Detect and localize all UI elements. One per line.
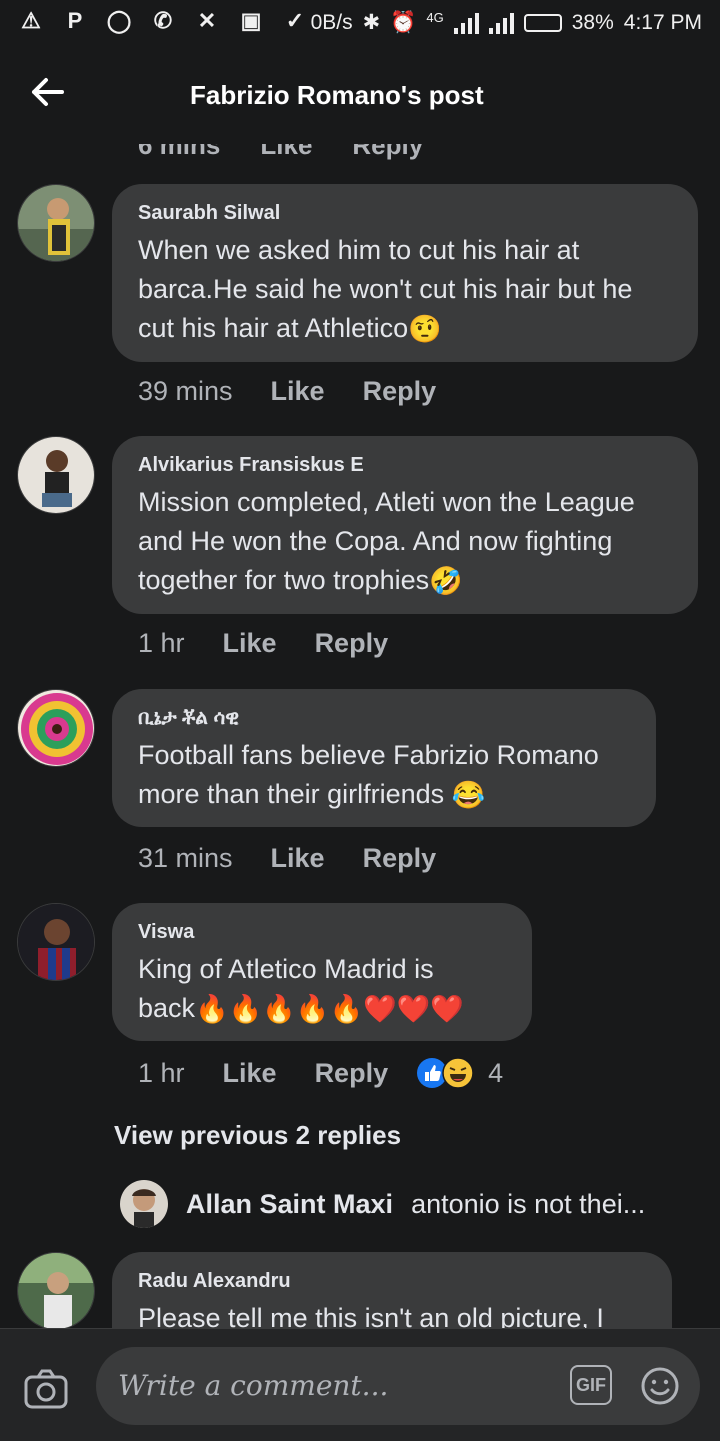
like-button[interactable]: Like	[271, 376, 325, 407]
signal-icon	[453, 12, 479, 34]
cast-icon: ▣	[240, 8, 262, 33]
commenter-name[interactable]: Radu Alexandru	[138, 1270, 646, 1293]
comment-actions: 1 hr Like Reply	[138, 628, 388, 659]
reactions-summary[interactable]: 4	[416, 1057, 503, 1089]
alarm-icon: ⏰	[390, 10, 417, 34]
emoji: 😂	[451, 780, 486, 811]
top-app-bar: Fabrizio Romano's post	[0, 48, 720, 144]
reply-button[interactable]: Reply	[315, 628, 389, 659]
comment-time: 1 hr	[138, 628, 185, 658]
commenter-name[interactable]: Saurabh Silwal	[138, 202, 672, 225]
reply-button[interactable]: Reply	[363, 376, 437, 407]
comment-line: together for two trophies	[138, 565, 430, 595]
comment-text: Mission completed, Atleti won the League…	[138, 483, 672, 601]
like-button[interactable]: Like	[223, 628, 277, 659]
reply-button[interactable]: Reply	[363, 843, 437, 874]
reply-author-name[interactable]: Allan Saint Maxi	[186, 1189, 393, 1220]
commenter-name[interactable]: ቢኔታ ቾል ሳዊ	[138, 707, 630, 730]
emoji: 🤨	[408, 314, 442, 345]
comment-bubble[interactable]: Radu Alexandru Please tell me this isn't…	[112, 1252, 672, 1328]
comment-line: Football fans believe Fabrizio Romano	[138, 740, 599, 770]
page-title: Fabrizio Romano's post	[190, 80, 484, 110]
emoji-picker-icon[interactable]	[640, 1366, 680, 1406]
comment-text: Football fans believe Fabrizio Romano mo…	[138, 736, 630, 815]
comment-line-last: together for two trophies🤣	[138, 561, 672, 601]
comment-line: When we asked him to cut his hair at	[138, 235, 580, 265]
comment-line: more than their girlfriends	[138, 779, 452, 809]
whatsapp-icon: ✆	[153, 8, 173, 33]
comment-bubble[interactable]: Viswa King of Atletico Madrid is back🔥🔥🔥…	[112, 903, 532, 1041]
bluetooth-icon: ✱	[362, 11, 381, 34]
comment-time: 31 mins	[138, 843, 233, 873]
comment-bubble[interactable]: Alvikarius Fransiskus E Mission complete…	[112, 436, 698, 614]
emoji: 🔥🔥🔥🔥🔥❤️❤️❤️	[195, 994, 464, 1025]
camera-icon[interactable]	[24, 1369, 68, 1409]
x-icon: ✕	[197, 8, 217, 33]
comment-actions: 1 hr Like Reply 4	[138, 1057, 503, 1089]
notification-icons: ⚠ P ◯ ✆ ✕ ▣ ✓	[18, 8, 308, 34]
haha-reaction-icon	[442, 1057, 474, 1089]
comment-time: 1 hr	[138, 1057, 185, 1088]
comment-line-last: more than their girlfriends 😂	[138, 775, 630, 815]
comments-feed[interactable]: 6 mins Like Reply Saurabh Silwal When we…	[0, 120, 720, 1328]
avatar[interactable]	[120, 1180, 168, 1228]
net-speed: 0B/s	[310, 10, 353, 34]
avatar[interactable]	[17, 903, 95, 981]
comment-text: King of Atletico Madrid is back🔥🔥🔥🔥🔥❤️❤️…	[138, 950, 506, 1029]
comment-bubble[interactable]: Saurabh Silwal When we asked him to cut …	[112, 184, 698, 362]
like-button[interactable]: Like	[271, 843, 325, 874]
p-icon: P	[67, 8, 83, 33]
like-button[interactable]: Like	[223, 1058, 277, 1089]
comment-line: and He won the Copa. And now fighting	[138, 526, 613, 556]
commenter-name[interactable]: Viswa	[138, 921, 506, 944]
emoji: 🤣	[429, 566, 463, 597]
comment-input[interactable]: Write a comment... GIF	[96, 1347, 700, 1425]
reaction-count: 4	[488, 1057, 504, 1088]
avatar[interactable]	[17, 1252, 95, 1328]
clock: 4:17 PM	[623, 10, 702, 34]
signal-icon-2	[488, 12, 514, 34]
messenger-icon: ◯	[106, 8, 132, 33]
alert-icon: ⚠	[21, 8, 41, 33]
battery-icon	[523, 13, 562, 32]
comment-text: When we asked him to cut his hair at bar…	[138, 231, 672, 349]
comment-line-last: back🔥🔥🔥🔥🔥❤️❤️❤️	[138, 989, 506, 1029]
avatar[interactable]	[17, 689, 95, 767]
comment-time: 39 mins	[138, 376, 233, 406]
back-arrow-icon[interactable]	[28, 72, 68, 112]
comment-input-placeholder: Write a comment...	[118, 1369, 389, 1402]
avatar[interactable]	[17, 436, 95, 514]
reply-text: antonio is not thei...	[411, 1188, 646, 1219]
comment-line: barca.He said he won't cut his hair but …	[138, 274, 633, 304]
comment-line: Mission completed, Atleti won the League	[138, 487, 635, 517]
commenter-name[interactable]: Alvikarius Fransiskus E	[138, 454, 672, 477]
network-type: 4G	[426, 10, 444, 25]
comment-actions: 31 mins Like Reply	[138, 843, 436, 874]
battery-percent: 38%	[571, 10, 614, 34]
comment-actions: 39 mins Like Reply	[138, 376, 436, 407]
comment-line-last: cut his hair at Athletico🤨	[138, 309, 672, 349]
comment-line: cut his hair at Athletico	[138, 313, 409, 343]
comment-line: back	[138, 993, 196, 1023]
comment-line: King of Atletico Madrid is	[138, 954, 434, 984]
comment-composer: Write a comment... GIF	[0, 1328, 720, 1441]
avatar[interactable]	[17, 184, 95, 262]
gif-button[interactable]: GIF	[570, 1365, 612, 1405]
reply-preview[interactable]: Allan Saint Maxi antonio is not thei...	[120, 1180, 645, 1228]
reply-button[interactable]: Reply	[315, 1058, 389, 1089]
comment-bubble[interactable]: ቢኔታ ቾል ሳዊ Football fans believe Fabrizio…	[112, 689, 656, 827]
check-icon: ✓	[285, 8, 305, 33]
view-previous-replies-link[interactable]: View previous 2 replies	[114, 1120, 401, 1151]
comment-text: Please tell me this isn't an old picture…	[138, 1303, 604, 1328]
status-bar: ⚠ P ◯ ✆ ✕ ▣ ✓ 0B/s ✱ ⏰ 4G 38% 4:17 PM	[0, 0, 720, 48]
